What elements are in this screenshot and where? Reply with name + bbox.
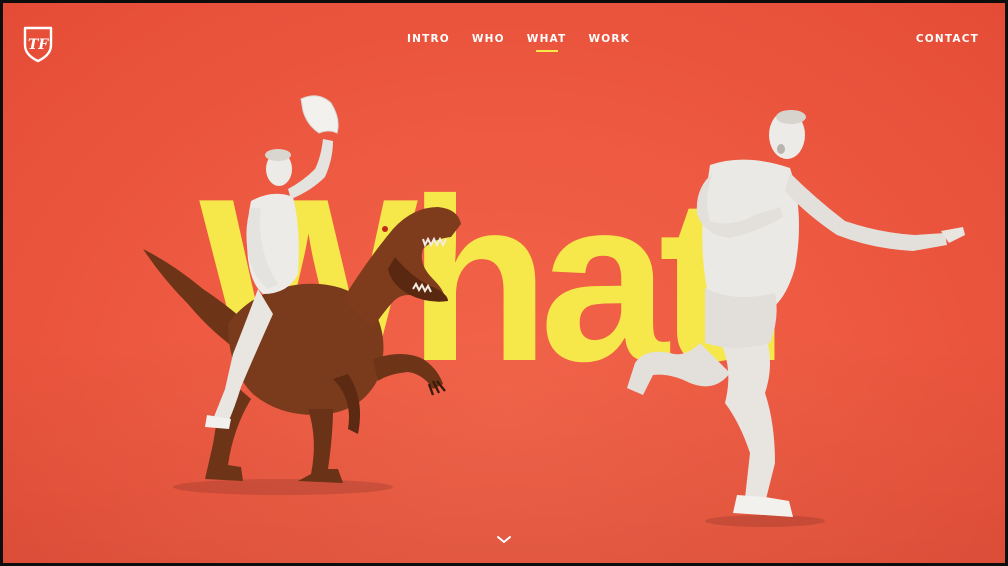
svg-text:TF: TF bbox=[28, 37, 49, 53]
site-logo[interactable]: TF bbox=[21, 23, 55, 63]
nav-item-what[interactable]: WHAT bbox=[527, 33, 567, 45]
nav-item-who[interactable]: WHO bbox=[472, 33, 505, 45]
chevron-down-icon[interactable] bbox=[495, 533, 513, 545]
running-man-figure bbox=[627, 110, 965, 527]
dinosaur-rider-figure bbox=[143, 95, 461, 495]
hero-page: TF INTRO WHO WHAT WORK CONTACT What. bbox=[3, 3, 1005, 563]
dinosaur-illustration bbox=[143, 207, 461, 495]
contact-link[interactable]: CONTACT bbox=[916, 33, 979, 45]
main-nav: INTRO WHO WHAT WORK bbox=[407, 33, 630, 45]
nav-item-intro[interactable]: INTRO bbox=[407, 33, 450, 45]
nav-item-work[interactable]: WORK bbox=[588, 33, 630, 45]
logo-shield-icon: TF bbox=[23, 26, 53, 63]
